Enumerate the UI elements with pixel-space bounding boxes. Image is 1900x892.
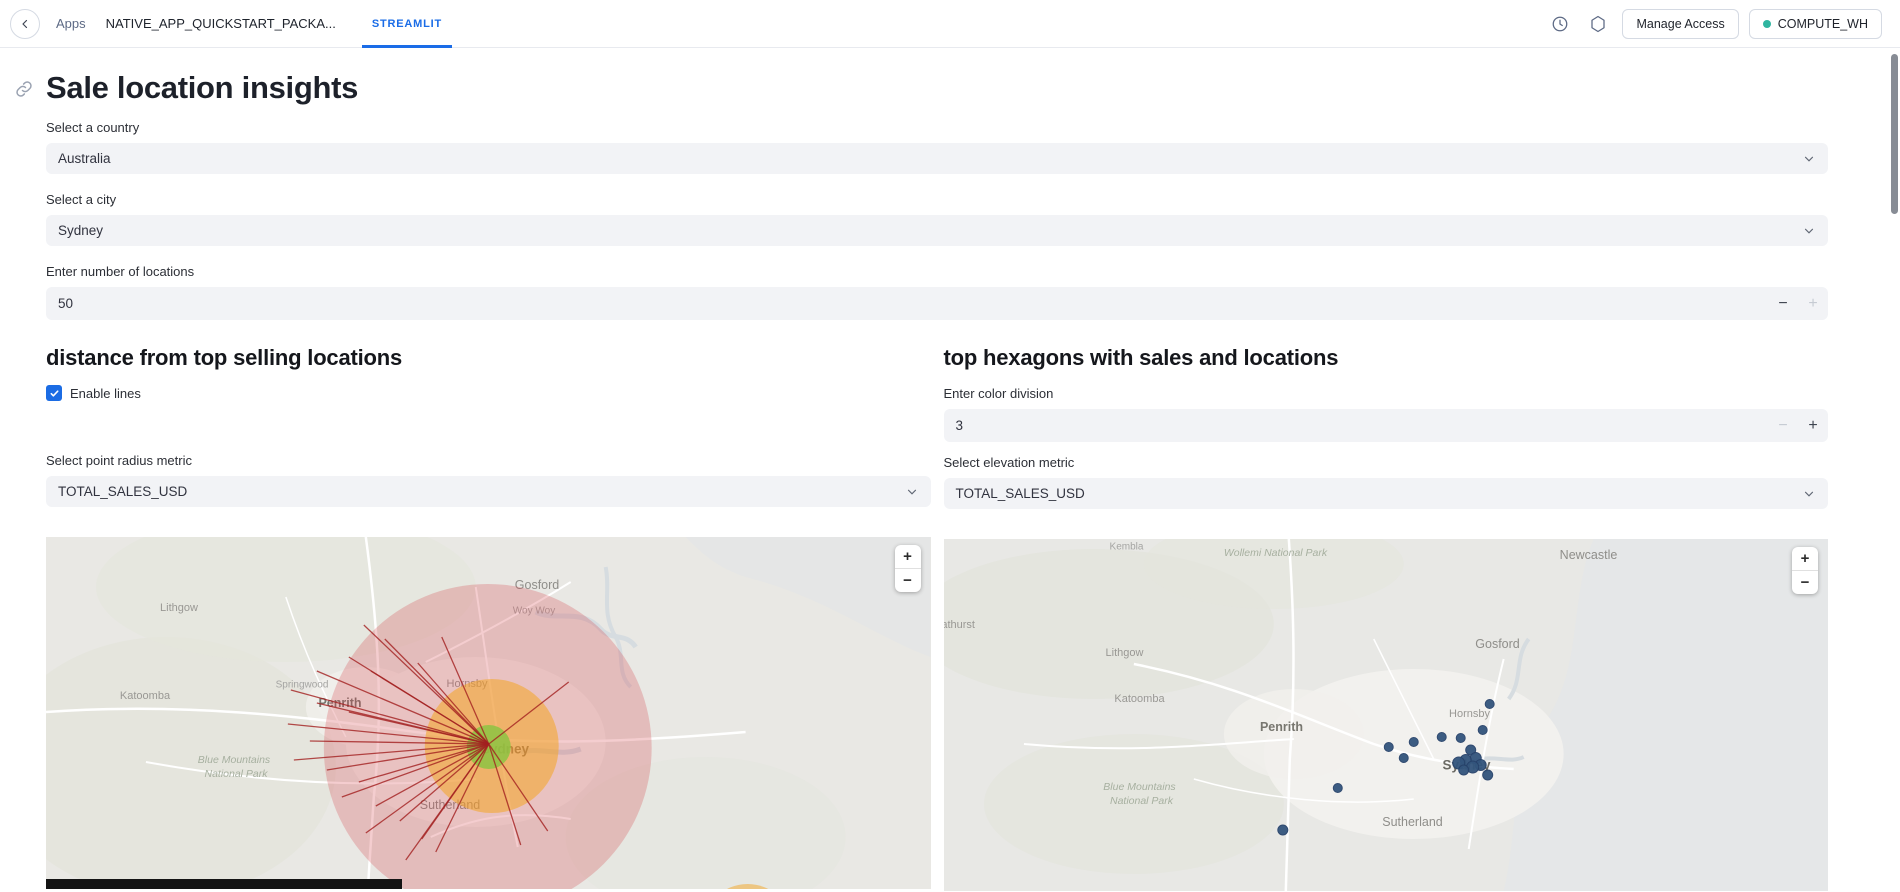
tab-streamlit[interactable]: STREAMLIT <box>362 0 452 48</box>
hexagon-section: top hexagons with sales and locations En… <box>943 345 1828 891</box>
city-select-label: Select a city <box>46 192 117 207</box>
map-data-overlay <box>1276 699 1495 836</box>
distance-section: distance from top selling locations Enab… <box>46 345 931 891</box>
hexagon-section-title: top hexagons with sales and locations <box>943 345 1339 370</box>
zoom-in-button[interactable]: + <box>1792 547 1818 570</box>
scrollbar-thumb[interactable] <box>1891 54 1898 214</box>
zoom-out-button[interactable]: − <box>1792 571 1818 594</box>
map-zoom-control[interactable]: + − <box>1792 547 1818 594</box>
breadcrumb-apps[interactable]: Apps <box>56 16 86 31</box>
app-content: Sale location insights Select a country … <box>0 48 1900 891</box>
checkbox-checked-icon[interactable] <box>46 385 62 401</box>
enable-lines-label[interactable]: Enable lines <box>70 386 141 401</box>
city-select[interactable]: Sydney <box>46 215 1828 246</box>
color-division-decrement-button[interactable]: − <box>1768 409 1798 442</box>
city-select-value: Sydney <box>58 223 104 238</box>
page-title: Sale location insights <box>46 70 359 105</box>
country-select[interactable]: Australia <box>46 143 1828 174</box>
history-clock-icon[interactable] <box>1546 10 1574 38</box>
manage-access-button[interactable]: Manage Access <box>1622 8 1739 39</box>
locations-number-input[interactable]: 50 − + <box>46 287 1828 320</box>
chevron-down-icon <box>1802 487 1816 501</box>
back-button[interactable] <box>10 8 40 39</box>
locations-decrement-button[interactable]: − <box>1768 287 1798 320</box>
warehouse-status-dot <box>1762 19 1771 28</box>
distance-section-title: distance from top selling locations <box>46 345 403 370</box>
elevation-metric-value: TOTAL_SALES_USD <box>955 486 1085 501</box>
map-attribution-bar <box>46 879 402 889</box>
elevation-metric-label: Select elevation metric <box>943 455 1075 470</box>
map-zoom-control[interactable]: + − <box>894 545 921 592</box>
chevron-down-icon <box>905 485 919 499</box>
radius-metric-label: Select point radius metric <box>46 453 192 468</box>
locations-input-value: 50 <box>58 296 74 311</box>
zoom-in-button[interactable]: + <box>895 545 921 568</box>
color-division-input[interactable]: 3 − + <box>943 409 1828 442</box>
warehouse-button[interactable]: COMPUTE_WH <box>1748 8 1882 39</box>
color-division-increment-button[interactable]: + <box>1798 409 1828 442</box>
chevron-down-icon <box>1802 224 1816 238</box>
radius-metric-value: TOTAL_SALES_USD <box>58 484 188 499</box>
radius-metric-select[interactable]: TOTAL_SALES_USD <box>46 476 931 507</box>
top-bar: Apps NATIVE_APP_QUICKSTART_PACKA... STRE… <box>0 0 1900 48</box>
elevation-metric-select[interactable]: TOTAL_SALES_USD <box>943 478 1828 509</box>
distance-map[interactable]: LithgowGosfordWoy WoyKatoombaSpringwoodH… <box>46 537 931 889</box>
manage-access-label: Manage Access <box>1636 16 1725 31</box>
country-select-value: Australia <box>58 151 111 166</box>
breadcrumb-app-name[interactable]: NATIVE_APP_QUICKSTART_PACKA... <box>106 16 336 31</box>
zoom-out-button[interactable]: − <box>895 569 921 592</box>
color-division-label: Enter color division <box>943 386 1054 401</box>
chevron-left-icon <box>19 18 31 30</box>
enable-lines-checkbox[interactable]: Enable lines <box>46 385 931 401</box>
hexagon-icon[interactable] <box>1584 10 1612 38</box>
locations-input-label: Enter number of locations <box>46 264 195 279</box>
hexagon-map[interactable]: KemblaWollemi National ParkNewcastleBath… <box>943 539 1828 891</box>
chevron-down-icon <box>1802 152 1816 166</box>
map-data-overlay <box>287 584 769 889</box>
country-select-label: Select a country <box>46 120 140 135</box>
warehouse-label: COMPUTE_WH <box>1777 16 1868 31</box>
locations-increment-button[interactable]: + <box>1798 287 1828 320</box>
color-division-value: 3 <box>955 418 964 433</box>
link-anchor-icon[interactable] <box>15 80 33 103</box>
